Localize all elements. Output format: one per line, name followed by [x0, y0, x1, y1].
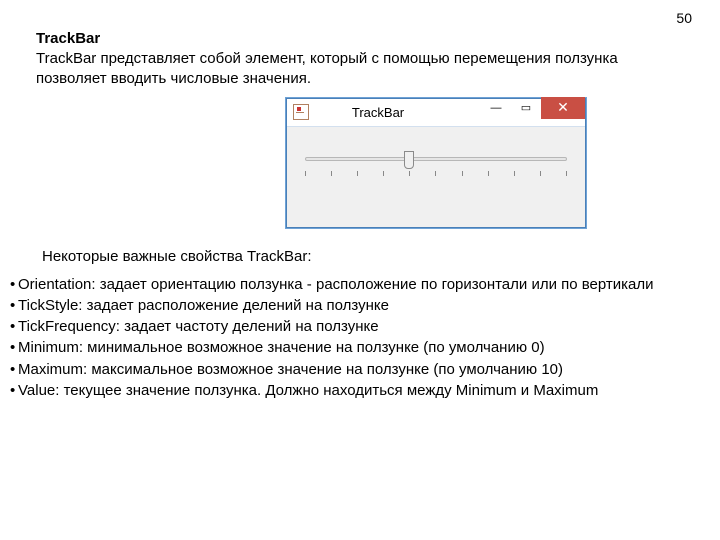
- tick-mark: [540, 171, 541, 176]
- titlebar: TrackBar — ▭ ✕: [287, 99, 585, 127]
- close-button[interactable]: ✕: [541, 97, 585, 119]
- tick-mark: [435, 171, 436, 176]
- tick-mark: [566, 171, 567, 176]
- heading: TrackBar: [36, 30, 692, 47]
- property-item: Maximum: максимальное возможное значение…: [10, 360, 692, 380]
- properties-list: Orientation: задает ориентацию ползунка …: [0, 275, 720, 402]
- property-item: TickFrequency: задает частоту делений на…: [10, 317, 692, 337]
- trackbar-thumb[interactable]: [404, 151, 414, 169]
- properties-subheading: Некоторые важные свойства TrackBar:: [42, 248, 692, 265]
- property-item: Minimum: минимальное возможное значение …: [10, 338, 692, 358]
- trackbar-control[interactable]: [303, 149, 569, 183]
- tick-mark: [331, 171, 332, 176]
- tick-mark: [514, 171, 515, 176]
- tick-mark: [409, 171, 410, 176]
- minimize-button[interactable]: —: [481, 97, 511, 119]
- tick-mark: [383, 171, 384, 176]
- page-number: 50: [676, 10, 692, 26]
- property-item: Value: текущее значение ползунка. Должно…: [10, 381, 692, 401]
- property-item: TickStyle: задает расположение делений н…: [10, 296, 692, 316]
- client-area: [287, 127, 585, 227]
- tick-mark: [357, 171, 358, 176]
- tick-mark: [305, 171, 306, 176]
- track-line: [305, 157, 567, 161]
- maximize-button[interactable]: ▭: [511, 97, 541, 119]
- property-item: Orientation: задает ориентацию ползунка …: [10, 275, 692, 295]
- content-area: TrackBar TrackBar представляет собой эле…: [0, 0, 720, 265]
- intro-paragraph: TrackBar представляет собой элемент, кот…: [36, 49, 692, 90]
- app-icon: [293, 104, 309, 120]
- example-window: TrackBar — ▭ ✕: [286, 98, 586, 228]
- tick-mark: [488, 171, 489, 176]
- trackbar-ticks: [305, 171, 567, 179]
- window-buttons: — ▭ ✕: [481, 99, 585, 126]
- tick-mark: [462, 171, 463, 176]
